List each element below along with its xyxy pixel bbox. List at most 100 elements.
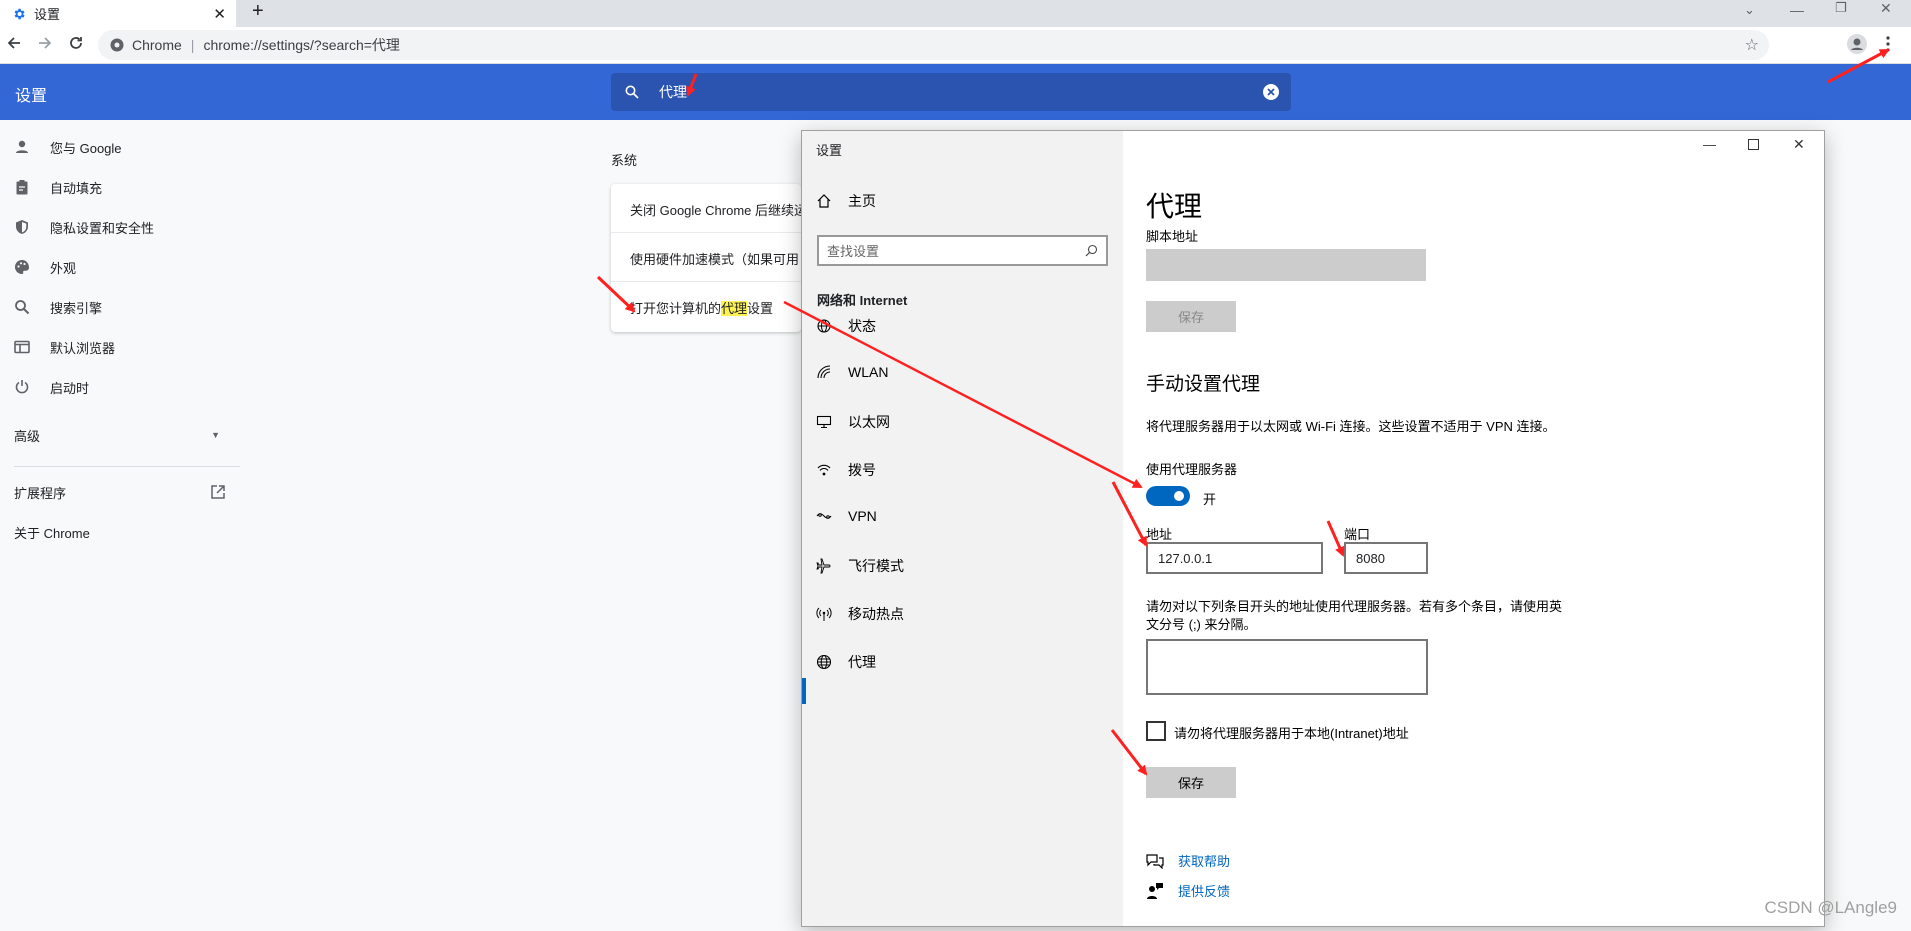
person-icon bbox=[14, 139, 30, 155]
feedback-link-row[interactable]: 提供反馈 bbox=[1146, 881, 1230, 900]
script-address-label: 脚本地址 bbox=[1146, 229, 1199, 244]
hotspot-icon bbox=[816, 606, 832, 622]
chrome-menu-icon[interactable] bbox=[1886, 36, 1890, 52]
selected-indicator bbox=[802, 678, 806, 704]
exceptions-description-line2: 文分号 (;) 来分隔。 bbox=[1146, 617, 1257, 632]
omnibox-site: Chrome bbox=[132, 37, 182, 53]
search-icon bbox=[625, 85, 639, 99]
triangle-down-icon: ▼ bbox=[211, 430, 220, 440]
clear-search-icon[interactable] bbox=[1263, 84, 1279, 100]
save-button[interactable]: 保存 bbox=[1146, 767, 1236, 798]
script-save-button[interactable]: 保存 bbox=[1146, 301, 1236, 332]
result-continue-running[interactable]: 关闭 Google Chrome 后继续运 bbox=[630, 200, 801, 219]
toggle-state-label: 开 bbox=[1203, 492, 1217, 507]
forward-icon[interactable] bbox=[37, 35, 53, 51]
win-nav-label: VPN bbox=[848, 508, 877, 524]
win-nav-airplane[interactable]: 飞行模式 bbox=[816, 556, 904, 576]
vpn-icon bbox=[816, 508, 832, 524]
omnibox-separator: | bbox=[190, 37, 195, 53]
manual-proxy-description: 将代理服务器用于以太网或 Wi-Fi 连接。这些设置不适用于 VPN 连接。 bbox=[1146, 419, 1556, 434]
windows-settings-window: 设置 — ✕ 主页 查找设置 网络和 Internet 状态 WLAN 以太网 … bbox=[801, 130, 1825, 927]
result-open-proxy-settings[interactable]: 打开您计算机的代理设置 bbox=[630, 298, 773, 317]
tab-search-icon[interactable]: ⌄ bbox=[1744, 2, 1755, 18]
nav-you-and-google[interactable]: 您与 Google bbox=[14, 134, 122, 160]
profile-avatar-icon[interactable] bbox=[1847, 34, 1867, 54]
nav-label: 搜索引擎 bbox=[50, 300, 103, 316]
back-icon[interactable] bbox=[6, 35, 22, 51]
win-minimize-icon[interactable]: — bbox=[1703, 137, 1716, 152]
nav-on-startup[interactable]: 启动时 bbox=[14, 374, 89, 400]
chrome-logo-icon bbox=[110, 38, 124, 52]
nav-appearance[interactable]: 外观 bbox=[14, 254, 76, 280]
win-nav-wlan[interactable]: WLAN bbox=[816, 364, 888, 380]
nav-autofill[interactable]: 自动填充 bbox=[14, 174, 102, 200]
wifi-icon bbox=[816, 364, 832, 380]
win-close-icon[interactable]: ✕ bbox=[1793, 136, 1805, 153]
result-hardware-acceleration[interactable]: 使用硬件加速模式（如果可用 bbox=[630, 249, 799, 268]
port-input[interactable]: 8080 bbox=[1344, 542, 1428, 574]
tab-settings[interactable]: 设置 ✕ bbox=[0, 0, 236, 27]
nav-about-chrome[interactable]: 关于 Chrome bbox=[14, 519, 90, 545]
close-window-icon[interactable]: ✕ bbox=[1880, 0, 1892, 17]
nav-label: 默认浏览器 bbox=[50, 340, 116, 356]
clipboard-icon bbox=[14, 179, 30, 195]
settings-search[interactable]: 代理 bbox=[611, 73, 1291, 111]
nav-search-engine[interactable]: 搜索引擎 bbox=[14, 294, 102, 320]
tab-title: 设置 bbox=[34, 7, 61, 22]
local-address-label: 请勿将代理服务器用于本地(Intranet)地址 bbox=[1174, 726, 1409, 741]
search-icon bbox=[14, 299, 30, 315]
palette-icon bbox=[14, 259, 30, 275]
bookmark-star-icon[interactable]: ☆ bbox=[1745, 35, 1759, 55]
search-results-card: 关闭 Google Chrome 后继续运 使用硬件加速模式（如果可用 打开您计… bbox=[611, 184, 801, 332]
minimize-window-icon[interactable]: — bbox=[1790, 2, 1804, 18]
nav-extensions-label: 扩展程序 bbox=[14, 485, 67, 501]
address-input[interactable]: 127.0.0.1 bbox=[1146, 542, 1323, 574]
win-nav-label: WLAN bbox=[848, 364, 889, 380]
shield-icon bbox=[14, 219, 30, 235]
win-nav-dialup[interactable]: 拨号 bbox=[816, 460, 876, 480]
help-link[interactable]: 获取帮助 bbox=[1178, 851, 1230, 870]
script-address-input[interactable] bbox=[1146, 249, 1426, 281]
win-maximize-icon[interactable] bbox=[1748, 139, 1759, 150]
win-title: 设置 bbox=[816, 143, 843, 158]
win-nav-vpn[interactable]: VPN bbox=[816, 508, 877, 524]
feedback-link[interactable]: 提供反馈 bbox=[1178, 881, 1230, 900]
browser-icon bbox=[14, 339, 30, 355]
globe-icon bbox=[816, 654, 832, 670]
help-chat-icon bbox=[1146, 853, 1164, 869]
nav-about-label: 关于 Chrome bbox=[14, 525, 90, 541]
home-icon bbox=[816, 193, 832, 209]
help-link-row[interactable]: 获取帮助 bbox=[1146, 851, 1230, 870]
exceptions-description-line1: 请勿对以下列条目开头的地址使用代理服务器。若有多个条目，请使用英 bbox=[1146, 599, 1563, 614]
nav-extensions[interactable]: 扩展程序 bbox=[14, 479, 225, 505]
nav-advanced-label: 高级 bbox=[14, 428, 41, 444]
local-address-checkbox[interactable] bbox=[1146, 721, 1166, 741]
omnibox[interactable]: Chrome | chrome://settings/?search=代理 ☆ bbox=[98, 30, 1769, 60]
win-nav-ethernet[interactable]: 以太网 bbox=[816, 412, 890, 432]
close-tab-icon[interactable]: ✕ bbox=[213, 5, 226, 23]
nav-advanced[interactable]: 高级 ▼ bbox=[14, 422, 220, 448]
search-highlight: 代理 bbox=[721, 301, 748, 316]
power-icon bbox=[14, 379, 30, 395]
find-setting-input[interactable]: 查找设置 bbox=[817, 235, 1108, 266]
search-input[interactable]: 代理 bbox=[659, 82, 687, 102]
nav-default-browser[interactable]: 默认浏览器 bbox=[14, 334, 115, 360]
win-nav-status[interactable]: 状态 bbox=[816, 316, 876, 336]
watermark: CSDN @LAngle9 bbox=[1764, 898, 1897, 917]
nav-label: 启动时 bbox=[50, 380, 90, 396]
section-label-system: 系统 bbox=[611, 153, 638, 168]
use-proxy-toggle[interactable] bbox=[1146, 486, 1190, 506]
win-nav-home[interactable]: 主页 bbox=[816, 191, 876, 211]
dialup-icon bbox=[816, 462, 832, 478]
new-tab-button[interactable]: + bbox=[252, 0, 264, 22]
restore-window-icon[interactable]: ❐ bbox=[1835, 0, 1847, 16]
exceptions-textarea[interactable] bbox=[1146, 639, 1428, 695]
port-label: 端口 bbox=[1344, 527, 1371, 542]
win-nav-hotspot[interactable]: 移动热点 bbox=[816, 604, 904, 624]
nav-privacy[interactable]: 隐私设置和安全性 bbox=[14, 214, 154, 240]
win-nav-proxy[interactable]: 代理 bbox=[816, 652, 876, 672]
settings-title: 设置 bbox=[15, 88, 48, 105]
reload-icon[interactable] bbox=[68, 35, 84, 51]
tab-strip bbox=[0, 0, 1911, 27]
find-setting-placeholder: 查找设置 bbox=[827, 244, 880, 259]
